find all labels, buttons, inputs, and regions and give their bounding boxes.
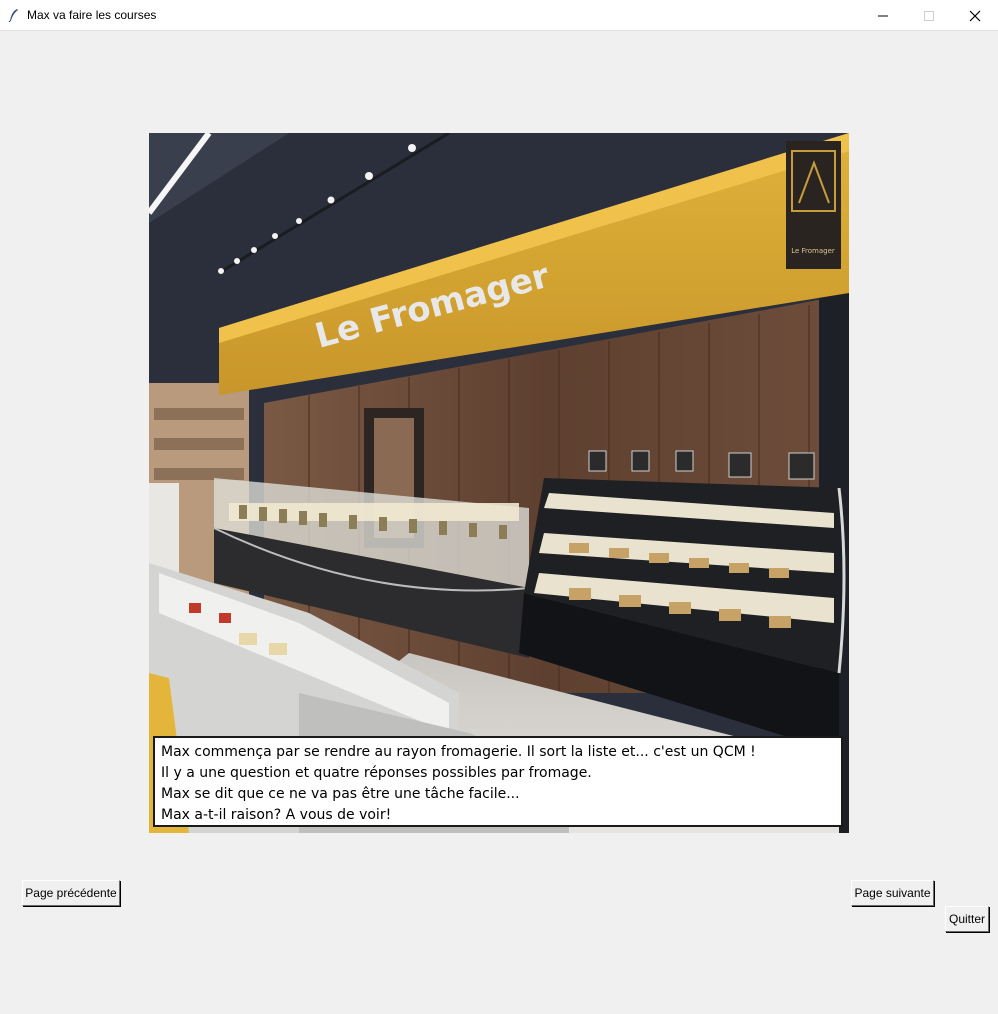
- close-icon: [969, 10, 981, 21]
- quit-button[interactable]: Quitter: [945, 906, 989, 932]
- maximize-icon: [924, 10, 934, 21]
- next-page-button[interactable]: Page suivante: [851, 880, 934, 906]
- window-title: Max va faire les courses: [27, 8, 157, 22]
- caption-line: Max a-t-il raison? A vous de voir!: [161, 807, 392, 823]
- minimize-button[interactable]: [860, 0, 906, 31]
- emblem-text: Le Fromager: [791, 247, 835, 255]
- maximize-button[interactable]: [906, 0, 952, 31]
- caption-line: Max se dit que ce ne va pas être une tâc…: [161, 786, 520, 802]
- cheese-department-image: Le Fromager Le Fromager: [149, 133, 849, 833]
- minimize-icon: [878, 15, 888, 16]
- previous-page-button[interactable]: Page précédente: [22, 880, 120, 906]
- caption-line: Il y a une question et quatre réponses p…: [161, 765, 592, 781]
- window-titlebar: Max va faire les courses: [0, 0, 998, 31]
- feather-icon: [8, 9, 18, 22]
- story-caption: Max commença par se rendre au rayon from…: [153, 736, 843, 827]
- caption-line: Max commença par se rendre au rayon from…: [161, 744, 756, 760]
- close-button[interactable]: [952, 0, 998, 31]
